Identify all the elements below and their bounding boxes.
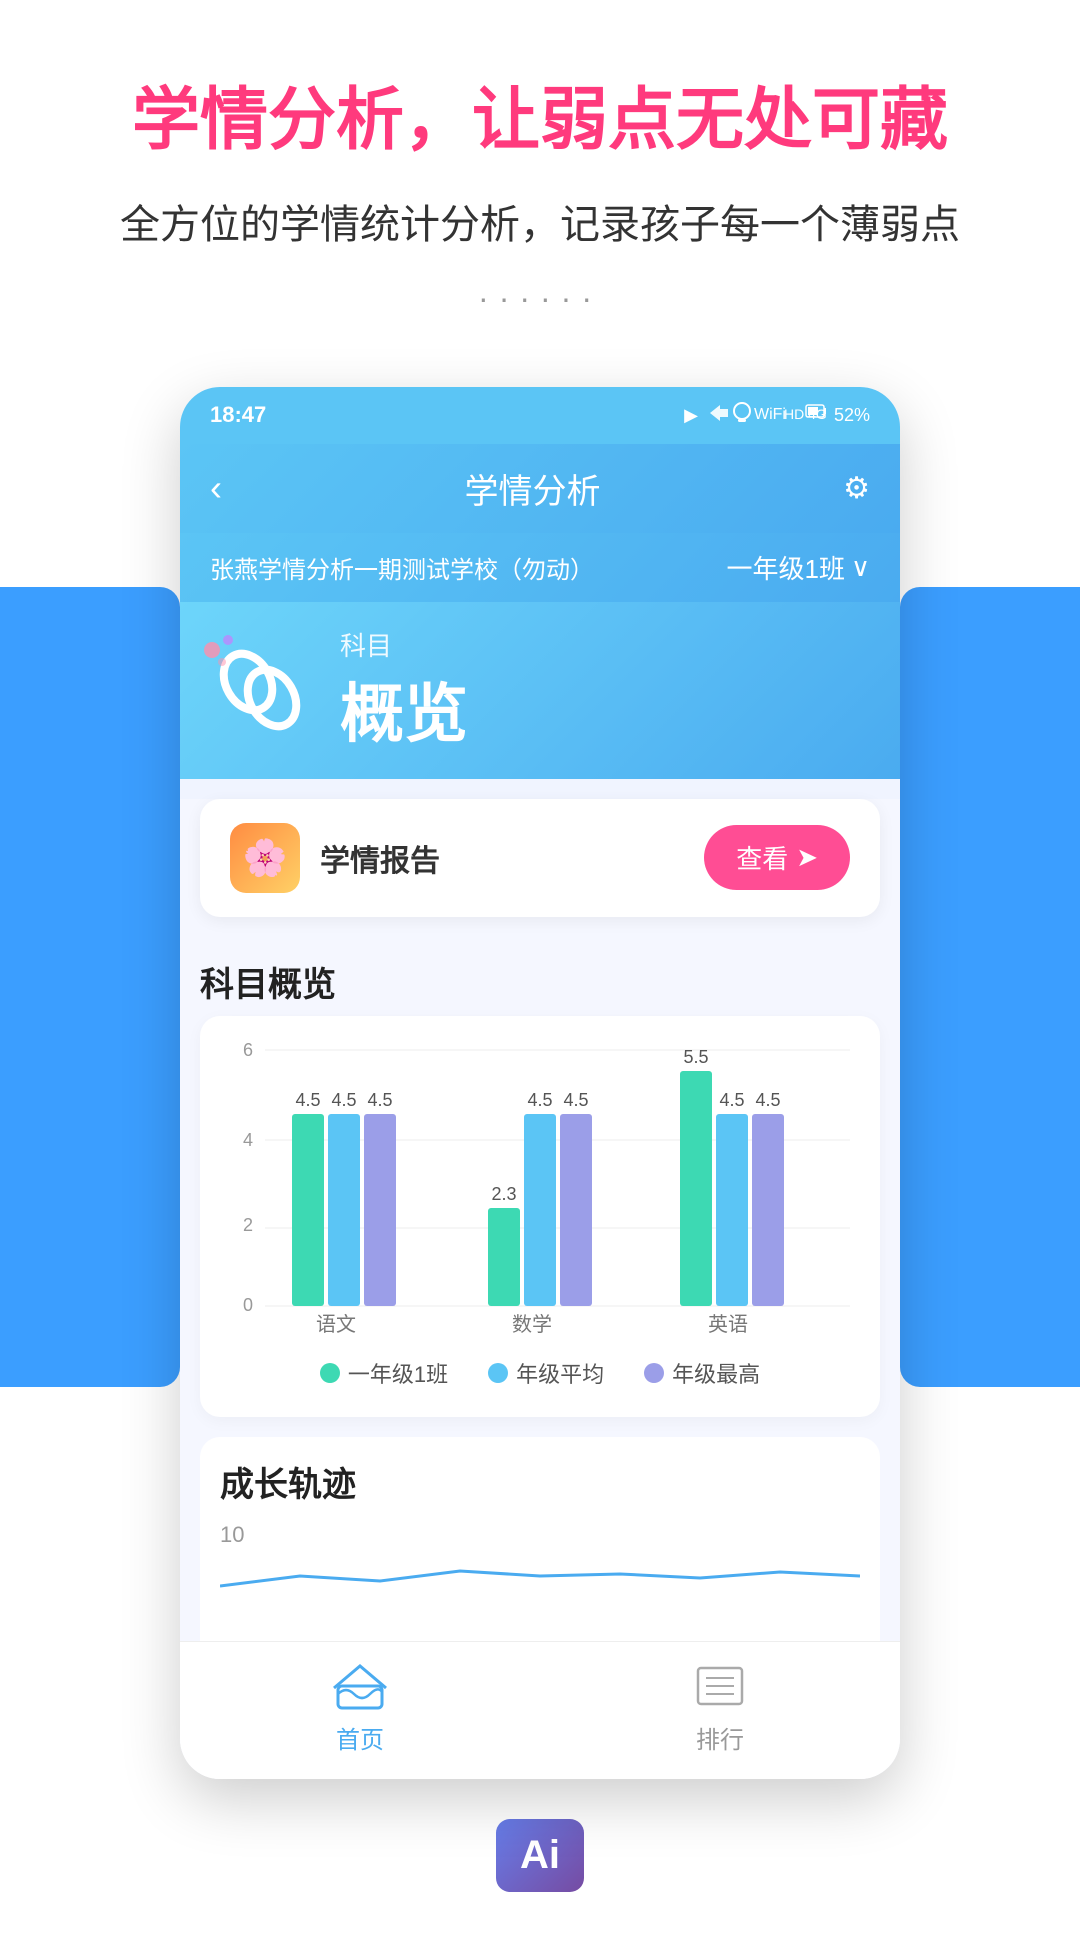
subject-label: 科目 (340, 626, 468, 663)
svg-text:2: 2 (243, 1215, 253, 1235)
legend-dot-class (320, 1363, 340, 1383)
svg-text:4: 4 (243, 1130, 253, 1150)
promo-subtitle: 全方位的学情统计分析，记录孩子每一个薄弱点 (40, 192, 1040, 250)
chart-section-title: 科目概览 (180, 937, 900, 1016)
svg-text:WiFi: WiFi (754, 406, 786, 423)
app-header: ‹ 学情分析 ⚙ (180, 444, 900, 533)
status-bar: 18:47 ▶ WiFi HD 4G (180, 387, 900, 444)
svg-text:HD 4G: HD 4G (784, 406, 826, 422)
class-selector[interactable]: 一年级1班 ∨ (727, 549, 871, 586)
report-card: 🌸 学情报告 查看 ➤ (200, 799, 880, 917)
view-label: 查看 (736, 839, 788, 876)
blue-bg-left (0, 587, 180, 1387)
home-icon (332, 1658, 388, 1714)
svg-text:4.5: 4.5 (367, 1090, 392, 1110)
ai-badge: Ai (496, 1819, 584, 1892)
rank-icon (692, 1658, 748, 1714)
class-name: 一年级1班 (727, 549, 845, 586)
school-bar: 张燕学情分析一期测试学校（勿动） 一年级1班 ∨ (180, 533, 900, 602)
growth-section: 成长轨迹 10 (200, 1437, 880, 1641)
report-title: 学情报告 (320, 836, 440, 880)
school-name: 张燕学情分析一期测试学校（勿动） (210, 550, 594, 585)
status-battery-info: WiFi HD 4G (706, 399, 826, 432)
growth-y-label: 10 (220, 1522, 860, 1548)
growth-chart-svg (220, 1556, 860, 1616)
flower-icon: 🌸 (230, 823, 300, 893)
svg-text:6: 6 (243, 1040, 253, 1060)
report-left: 🌸 学情报告 (230, 823, 440, 893)
svg-text:英语: 英语 (708, 1313, 748, 1336)
blue-bg-right (900, 587, 1080, 1387)
subject-card[interactable]: 科目 概览 (180, 602, 900, 779)
svg-text:4.5: 4.5 (295, 1090, 320, 1110)
phone-wrapper: 18:47 ▶ WiFi HD 4G (0, 387, 1080, 1779)
svg-text:语文: 语文 (316, 1313, 356, 1336)
overview-text: 概览 (340, 663, 468, 755)
svg-text:2.3: 2.3 (491, 1184, 516, 1204)
legend-max-label: 年级最高 (672, 1357, 760, 1389)
bar-chart-svg: 6 4 2 0 (220, 1036, 860, 1336)
legend-class: 一年级1班 (320, 1357, 448, 1389)
svg-text:4.5: 4.5 (527, 1090, 552, 1110)
header-title: 学情分析 (465, 464, 601, 513)
svg-text:4.5: 4.5 (719, 1090, 744, 1110)
bottom-nav: 首页 排行 (180, 1641, 900, 1779)
status-time: 18:47 (210, 402, 266, 428)
phone-frame: 18:47 ▶ WiFi HD 4G (180, 387, 900, 1779)
promo-title: 学情分析，让弱点无处可藏 (40, 80, 1040, 162)
bar-chart-container: 6 4 2 0 (200, 1016, 880, 1417)
nav-rank-label: 排行 (696, 1720, 744, 1755)
svg-text:4.5: 4.5 (755, 1090, 780, 1110)
growth-title: 成长轨迹 (220, 1457, 860, 1506)
nav-item-rank[interactable]: 排行 (692, 1658, 748, 1755)
chart-legend: 一年级1班 年级平均 年级最高 (220, 1341, 860, 1397)
legend-dot-avg (488, 1363, 508, 1383)
legend-avg-label: 年级平均 (516, 1357, 604, 1389)
settings-icon[interactable]: ⚙ (843, 471, 870, 506)
legend-class-label: 一年级1班 (348, 1357, 448, 1389)
status-signal: ▶ (684, 405, 698, 426)
nav-home-label: 首页 (336, 1720, 384, 1755)
svg-text:0: 0 (243, 1295, 253, 1315)
legend-max: 年级最高 (644, 1357, 760, 1389)
svg-text:4.5: 4.5 (563, 1090, 588, 1110)
content-area: 🌸 学情报告 查看 ➤ 科目概览 6 4 2 0 (180, 799, 900, 1779)
nav-item-home[interactable]: 首页 (332, 1658, 388, 1755)
svg-text:5.5: 5.5 (683, 1047, 708, 1067)
back-button[interactable]: ‹ (210, 467, 222, 509)
status-icons: ▶ WiFi HD 4G (684, 399, 870, 432)
legend-avg: 年级平均 (488, 1357, 604, 1389)
dropdown-arrow-icon: ∨ (851, 552, 870, 583)
legend-dot-max (644, 1363, 664, 1383)
promo-dots: ······ (40, 280, 1040, 317)
view-arrow-icon: ➤ (796, 842, 818, 873)
promo-section: 学情分析，让弱点无处可藏 全方位的学情统计分析，记录孩子每一个薄弱点 ·····… (0, 0, 1080, 387)
svg-text:数学: 数学 (512, 1313, 552, 1336)
view-report-button[interactable]: 查看 ➤ (704, 825, 850, 890)
status-battery-percent: 52% (834, 405, 870, 426)
svg-text:4.5: 4.5 (331, 1090, 356, 1110)
